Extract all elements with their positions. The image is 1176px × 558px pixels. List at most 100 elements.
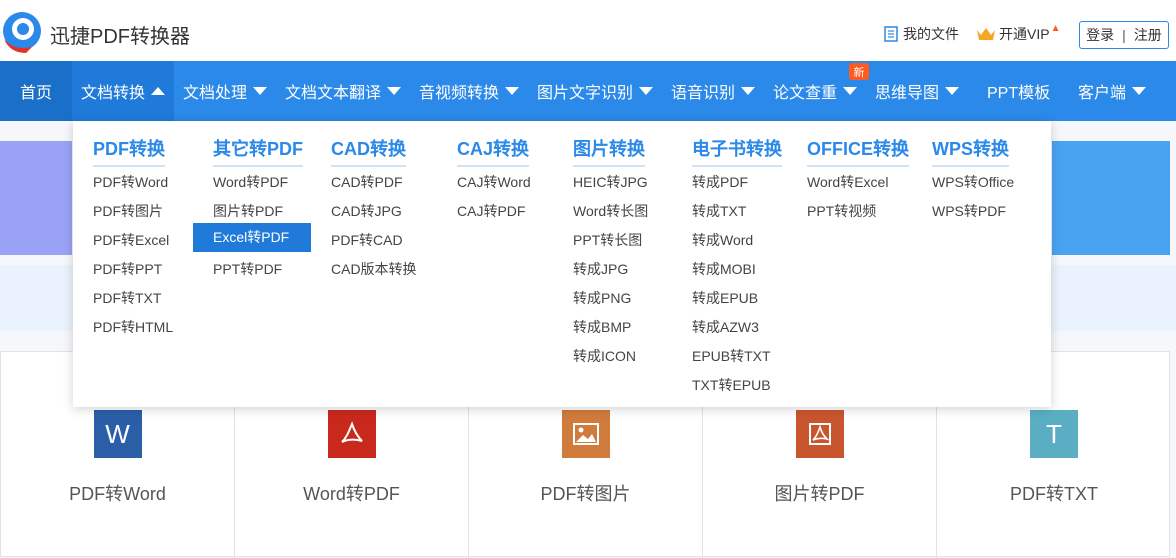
menu-item[interactable]: PDF转HTML (93, 317, 173, 337)
word-glyph: W (105, 418, 130, 449)
menu-item[interactable]: PPT转长图 (573, 230, 642, 250)
menu-item[interactable]: 图片转PDF (213, 201, 283, 221)
login-register-box: 登录 | 注册 (1079, 21, 1169, 49)
menu-item[interactable]: 转成ICON (573, 346, 636, 366)
logo-icon[interactable] (2, 11, 42, 53)
menu-item[interactable]: WPS转PDF (932, 201, 1006, 221)
pdf-icon (327, 410, 376, 458)
file-icon (884, 26, 898, 42)
menu-item[interactable]: 转成BMP (573, 317, 631, 337)
nav-client[interactable]: 客户端 (1078, 61, 1147, 121)
col-title-caj-convert: CAJ转换 (457, 135, 530, 167)
menu-item[interactable]: PPT转视频 (807, 201, 876, 221)
menu-item[interactable]: 转成PNG (573, 288, 631, 308)
menu-item[interactable]: PDF转PPT (93, 259, 162, 279)
col-title-wps-convert: WPS转换 (932, 135, 1010, 167)
chevron-down-icon (387, 87, 402, 95)
nav-mindmap[interactable]: 思维导图 (875, 61, 960, 121)
crown-icon (977, 28, 995, 40)
menu-item[interactable]: Word转Excel (807, 172, 888, 192)
col-title-cad-convert: CAD转换 (331, 135, 406, 167)
menu-item[interactable]: Word转PDF (213, 172, 288, 192)
menu-item[interactable]: Word转长图 (573, 201, 648, 221)
image-icon (561, 410, 610, 458)
menu-item[interactable]: PDF转TXT (93, 288, 161, 308)
nav-doc-translate[interactable]: 文档文本翻译 (285, 61, 402, 121)
chevron-down-icon (253, 87, 268, 95)
nav-ocr[interactable]: 图片文字识别 (537, 61, 654, 121)
menu-item[interactable]: WPS转Office (932, 172, 1014, 192)
menu-item[interactable]: CAD转JPG (331, 201, 402, 221)
tool-card-label: 图片转PDF (774, 484, 865, 504)
nav-home[interactable]: 首页 (0, 61, 72, 121)
menu-item[interactable]: 转成AZW3 (692, 317, 759, 337)
col-title-image-convert: 图片转换 (573, 135, 645, 167)
menu-item[interactable]: PPT转PDF (213, 259, 282, 279)
menu-item[interactable]: PDF转CAD (331, 230, 403, 250)
my-files-label: 我的文件 (903, 26, 959, 42)
menu-item[interactable]: CAD转PDF (331, 172, 403, 192)
nav-speech[interactable]: 语音识别 (671, 61, 756, 121)
my-files-link[interactable]: 我的文件 (884, 24, 959, 44)
menu-item[interactable]: HEIC转JPG (573, 172, 648, 192)
col-title-pdf-convert: PDF转换 (93, 135, 165, 167)
main-nav: 首页 文档转换 文档处理 文档文本翻译 音视频转换 图片文字识别 语音识别 论文… (0, 61, 1176, 121)
nav-label: 文档处理 (183, 85, 248, 102)
divider: | (1122, 27, 1126, 43)
nav-paper-check[interactable]: 论文查重新 (773, 61, 869, 121)
menu-item[interactable]: 转成EPUB (692, 288, 758, 308)
pdf-icon (795, 410, 844, 458)
chevron-down-icon (1132, 87, 1147, 95)
nav-doc-process[interactable]: 文档处理 (183, 61, 268, 121)
menu-item[interactable]: TXT转EPUB (692, 375, 771, 395)
nav-ppt-templates[interactable]: PPT模板 (987, 61, 1050, 121)
brand-name[interactable]: 迅捷PDF转换器 (50, 20, 190, 49)
menu-item[interactable]: 转成JPG (573, 259, 628, 279)
chevron-down-icon (505, 87, 520, 95)
col-title-office-convert: OFFICE转换 (807, 135, 909, 167)
nav-label: 思维导图 (875, 85, 940, 102)
chevron-down-icon (741, 87, 756, 95)
menu-item[interactable]: CAJ转PDF (457, 201, 525, 221)
menu-item[interactable]: PDF转Excel (93, 230, 169, 250)
tool-card-label: PDF转TXT (1010, 484, 1098, 504)
menu-item[interactable]: CAD版本转换 (331, 259, 417, 279)
col-title-other-to-pdf: 其它转PDF (213, 135, 303, 167)
login-link[interactable]: 登录 (1086, 25, 1114, 45)
nav-label: 客户端 (1078, 85, 1127, 102)
site-header: 迅捷PDF转换器 我的文件 开通VIP ▲ 登录 | 注册 (0, 0, 1176, 61)
new-badge: 新 (849, 63, 869, 80)
menu-item[interactable]: 转成Word (692, 230, 753, 250)
menu-item[interactable]: 转成PDF (692, 172, 748, 192)
tool-card-label: PDF转Word (69, 484, 166, 504)
nav-label: 论文查重 (773, 85, 838, 102)
nav-doc-convert[interactable]: 文档转换 (72, 61, 175, 121)
nav-av-convert[interactable]: 音视频转换 (419, 61, 520, 121)
word-icon: W (93, 410, 142, 458)
menu-item-highlighted[interactable]: Excel转PDF (193, 223, 311, 252)
txt-icon: T (1030, 410, 1078, 458)
tool-card-label: Word转PDF (303, 484, 400, 504)
menu-item[interactable]: 转成MOBI (692, 259, 756, 279)
nav-label: 文档转换 (81, 85, 146, 102)
nav-label: PPT模板 (987, 85, 1051, 102)
chevron-up-icon (151, 87, 166, 95)
tool-card-label: PDF转图片 (540, 484, 631, 504)
flame-icon: ▲ (1050, 22, 1061, 34)
chevron-down-icon (945, 87, 960, 95)
nav-label: 语音识别 (671, 85, 736, 102)
chevron-down-icon (843, 87, 858, 95)
nav-label: 音视频转换 (419, 85, 500, 102)
vip-label: 开通VIP (999, 26, 1050, 42)
menu-item[interactable]: PDF转Word (93, 172, 168, 192)
doc-convert-dropdown: PDF转换 PDF转Word PDF转图片 PDF转Excel PDF转PPT … (73, 121, 1051, 407)
menu-item[interactable]: 转成TXT (692, 201, 746, 221)
col-title-ebook-convert: 电子书转换 (692, 135, 782, 167)
menu-item[interactable]: EPUB转TXT (692, 346, 771, 366)
register-link[interactable]: 注册 (1134, 25, 1162, 45)
menu-item[interactable]: CAJ转Word (457, 172, 531, 192)
banner-right (1052, 141, 1170, 255)
menu-item[interactable]: PDF转图片 (93, 201, 163, 221)
vip-link[interactable]: 开通VIP ▲ (976, 22, 1061, 44)
banner-left (0, 141, 72, 255)
